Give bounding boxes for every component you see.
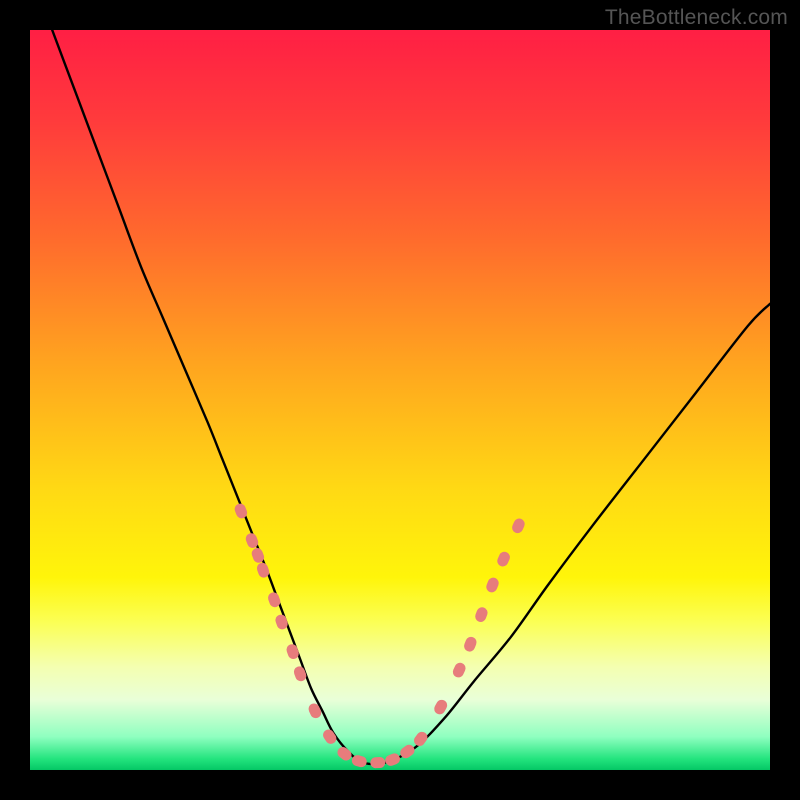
marker-dash [274,613,289,631]
marker-dash [335,745,354,763]
marker-dash [474,606,490,624]
marker-dash [384,752,402,768]
marker-dash [462,635,478,653]
marker-dash [321,727,339,746]
marker-dash [510,517,526,535]
marker-dash [370,757,385,769]
curve-layer [30,30,770,770]
bottleneck-curve [52,30,770,764]
marker-dash [292,665,308,683]
marker-dash [307,702,323,720]
plot-area [30,30,770,770]
highlight-markers [233,502,526,768]
watermark-text: TheBottleneck.com [605,6,788,30]
marker-dash [451,661,467,679]
marker-dash [412,730,430,749]
marker-dash [485,576,501,594]
marker-dash [285,643,300,661]
marker-dash [432,698,449,716]
chart-frame: TheBottleneck.com [0,0,800,800]
marker-dash [496,550,512,568]
